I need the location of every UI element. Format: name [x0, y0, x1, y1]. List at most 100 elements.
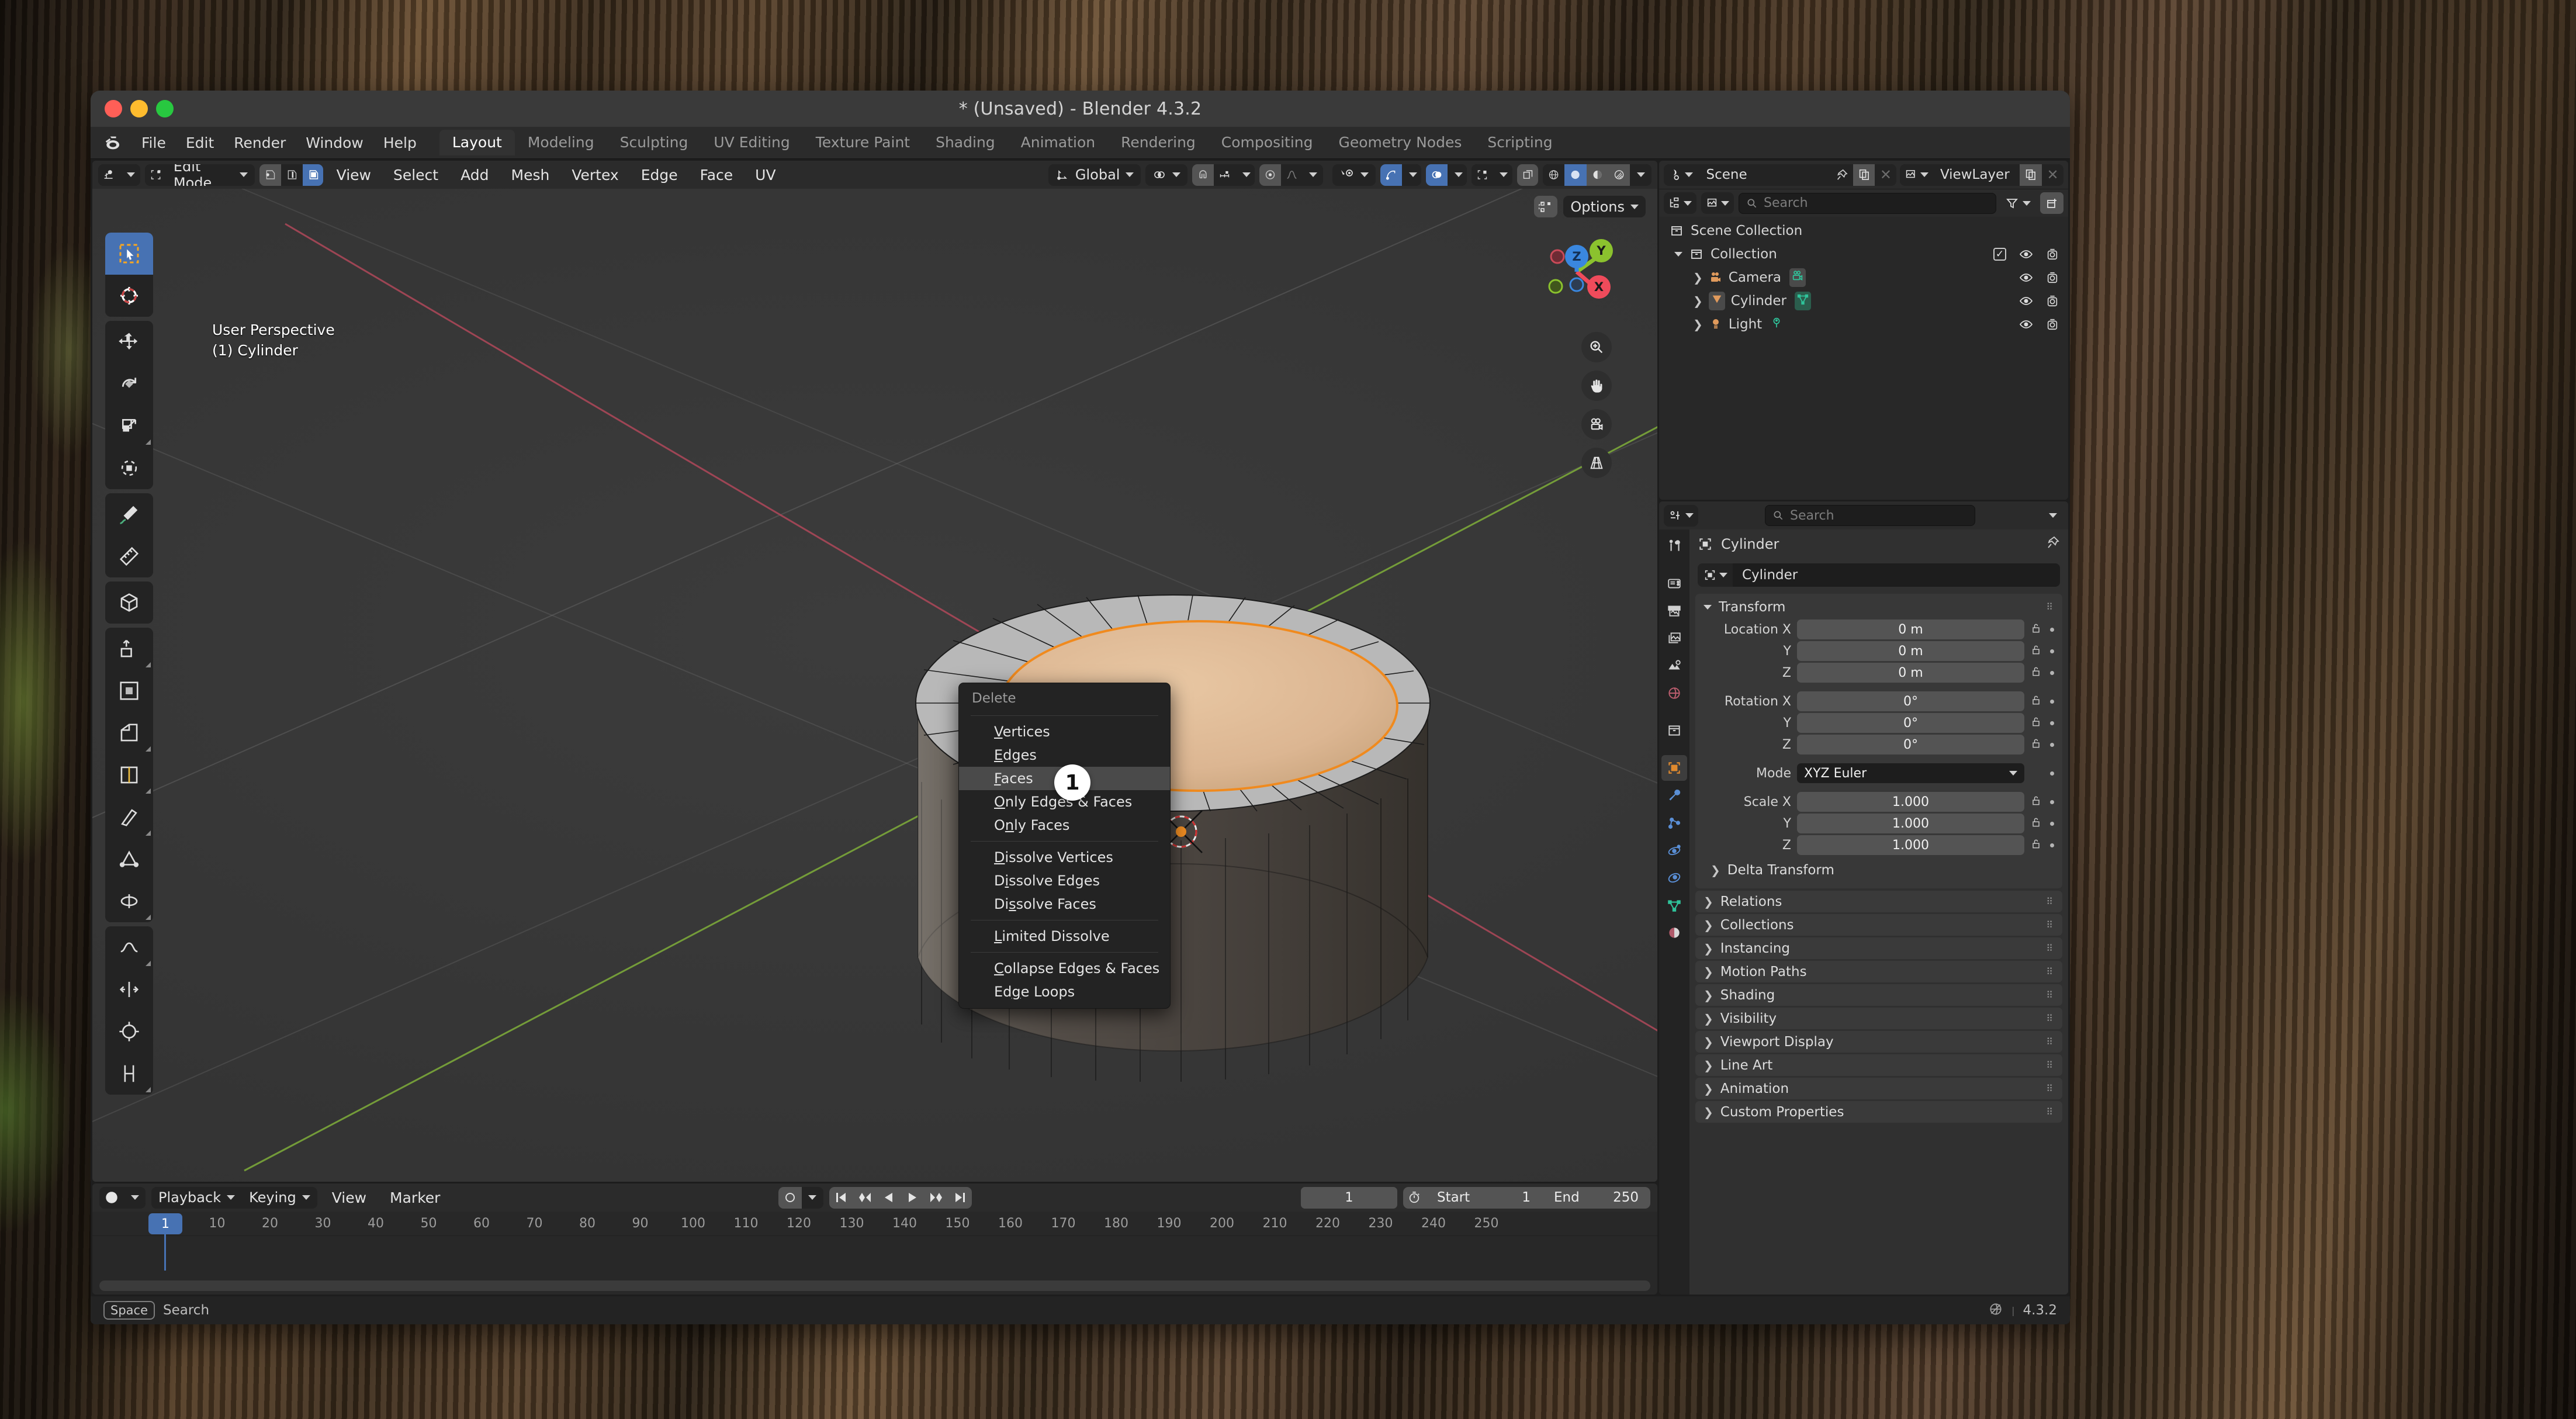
pin-icon[interactable]	[2046, 535, 2060, 553]
timeline-editor-icon[interactable]	[99, 1186, 124, 1209]
zoom-icon[interactable]	[1581, 332, 1612, 362]
workspace-tab-sculpting[interactable]: Sculpting	[607, 130, 701, 155]
camera-render-icon[interactable]	[2046, 317, 2059, 331]
eye-icon[interactable]	[2019, 317, 2033, 331]
menu-window[interactable]: Window	[296, 131, 373, 155]
panel-viewport-display[interactable]: ❯ Viewport Display ⠿	[1695, 1031, 2062, 1053]
auto-keying-chevron-icon[interactable]	[801, 1186, 823, 1209]
lock-icon[interactable]	[2030, 666, 2042, 680]
viewport-menu-face[interactable]: Face	[691, 164, 742, 186]
visibility-selectability-dropdown[interactable]	[1332, 164, 1376, 186]
pin-icon[interactable]	[1831, 164, 1853, 186]
viewport-menu-add[interactable]: Add	[452, 164, 497, 186]
lock-icon[interactable]	[2030, 716, 2042, 730]
properties-tab-physics[interactable]	[1661, 837, 1687, 863]
scale-x-field[interactable]: 1.000	[1797, 792, 2024, 812]
outliner-row-cylinder[interactable]: ❯ Cylinder	[1659, 289, 2068, 313]
camera-render-icon[interactable]	[2046, 271, 2059, 285]
face-select-icon[interactable]	[302, 164, 323, 186]
animate-dot[interactable]	[2050, 699, 2054, 704]
panel-grip[interactable]: ⠿	[2046, 943, 2054, 953]
properties-tab-object-data[interactable]	[1661, 892, 1687, 918]
properties-tab-render[interactable]	[1661, 570, 1687, 596]
viewport-menu-select[interactable]: Select	[385, 164, 447, 186]
panel-grip[interactable]: ⠿	[2046, 603, 2054, 612]
animate-dot[interactable]	[2050, 821, 2054, 826]
proportional-editing-icon[interactable]	[1259, 164, 1281, 186]
workspace-tab-rendering[interactable]: Rendering	[1108, 130, 1209, 155]
xray-toggle-icon[interactable]	[1471, 164, 1493, 186]
checkbox-enabled[interactable]: ✓	[1993, 248, 2006, 261]
menu-item-vertices[interactable]: Vertices	[959, 720, 1170, 743]
outliner-id-type-icon[interactable]	[1701, 192, 1734, 214]
chevron-right-icon[interactable]: ❯	[1704, 895, 1713, 909]
editor-type-chevron-icon[interactable]	[120, 164, 140, 186]
chevron-right-icon[interactable]: ❯	[1704, 1058, 1713, 1072]
transform-panel-header[interactable]: Transform ⠿	[1695, 597, 2062, 619]
timeline-menu-keying[interactable]: Keying	[242, 1186, 317, 1209]
bevel-icon[interactable]	[105, 712, 153, 754]
shading-material-icon[interactable]	[1586, 164, 1608, 186]
properties-tab-view-layer[interactable]	[1661, 625, 1687, 651]
annotate-icon[interactable]	[105, 493, 153, 535]
xray-chevron-icon[interactable]	[1493, 164, 1512, 186]
lock-icon[interactable]	[2030, 838, 2042, 852]
frame-start-field[interactable]: Start 1	[1425, 1186, 1542, 1209]
chevron-right-icon[interactable]: ❯	[1704, 918, 1713, 932]
shading-wireframe-icon[interactable]	[1543, 164, 1565, 186]
mode-selector[interactable]: Edit Mode	[144, 164, 255, 186]
properties-tab-tool[interactable]	[1661, 533, 1687, 559]
tweak-select-box-icon[interactable]	[105, 233, 153, 275]
jump-to-end-icon[interactable]	[948, 1186, 972, 1209]
play-icon[interactable]	[900, 1186, 924, 1209]
workspace-tab-scripting[interactable]: Scripting	[1474, 130, 1565, 155]
jump-to-start-icon[interactable]	[829, 1186, 853, 1209]
gizmo-axis-y[interactable]: Y	[1590, 239, 1613, 262]
light-data-icon[interactable]	[1770, 316, 1783, 333]
timeline-menu-marker[interactable]: Marker	[381, 1187, 449, 1209]
jump-to-prev-keyframe-icon[interactable]	[852, 1186, 877, 1209]
navigation-gizmo[interactable]: Z Y X	[1540, 236, 1614, 309]
gizmo-axis-z[interactable]: Z	[1565, 245, 1588, 268]
lock-icon[interactable]	[2030, 622, 2042, 636]
animate-dot[interactable]	[2050, 721, 2054, 725]
lock-icon[interactable]	[2030, 644, 2042, 658]
properties-editor-type[interactable]	[1664, 504, 1698, 527]
menu-item-only-faces[interactable]: Only Faces	[959, 814, 1170, 837]
chevron-right-icon[interactable]: ❯	[1693, 294, 1703, 308]
object-name-value[interactable]: Cylinder	[1733, 563, 2060, 587]
lock-icon[interactable]	[2030, 816, 2042, 830]
delta-transform-subpanel-header[interactable]: ❯ Delta Transform	[1695, 860, 2062, 882]
spin-icon[interactable]	[105, 880, 153, 922]
panel-relations[interactable]: ❯ Relations ⠿	[1695, 891, 2062, 912]
rotation-mode-dropdown[interactable]: XYZ Euler	[1797, 763, 2024, 783]
gizmos-chevron-icon[interactable]	[1402, 164, 1422, 186]
chevron-right-icon[interactable]: ❯	[1704, 965, 1713, 979]
rotation-y-field[interactable]: 0°	[1797, 713, 2024, 733]
panel-grip[interactable]: ⠿	[2046, 1060, 2054, 1070]
timeline-playhead[interactable]: 1	[148, 1213, 182, 1234]
toggle-perspective-icon[interactable]	[1581, 448, 1612, 478]
menu-item-edge-loops[interactable]: Edge Loops	[959, 980, 1170, 1003]
panel-grip[interactable]: ⠿	[2046, 1107, 2054, 1116]
new-collection-icon[interactable]	[2040, 192, 2063, 214]
chevron-down-icon[interactable]	[1674, 252, 1682, 257]
properties-tab-material[interactable]	[1661, 920, 1687, 946]
properties-tab-scene[interactable]	[1661, 653, 1687, 679]
location-z-field[interactable]: 0 m	[1797, 663, 2024, 683]
magnet-icon[interactable]	[1192, 164, 1214, 186]
falloff-chevron-icon[interactable]	[1302, 164, 1324, 186]
outliner-display-mode[interactable]	[1664, 192, 1696, 214]
jump-to-next-keyframe-icon[interactable]	[923, 1186, 948, 1209]
panel-collections[interactable]: ❯ Collections ⠿	[1695, 914, 2062, 936]
workspace-tab-uv-editing[interactable]: UV Editing	[701, 130, 802, 155]
viewport-menu-edge[interactable]: Edge	[632, 164, 687, 186]
chevron-down-icon[interactable]	[1704, 605, 1712, 610]
shading-solid-icon[interactable]	[1564, 164, 1587, 186]
editor-type-3dview-icon[interactable]	[98, 164, 120, 186]
animate-dot[interactable]	[2050, 843, 2054, 847]
new-viewlayer-icon[interactable]	[2020, 164, 2042, 186]
eye-icon[interactable]	[2019, 294, 2033, 308]
new-scene-icon[interactable]	[1853, 164, 1875, 186]
menu-item-dissolve-vertices[interactable]: Dissolve Vertices	[959, 846, 1170, 869]
